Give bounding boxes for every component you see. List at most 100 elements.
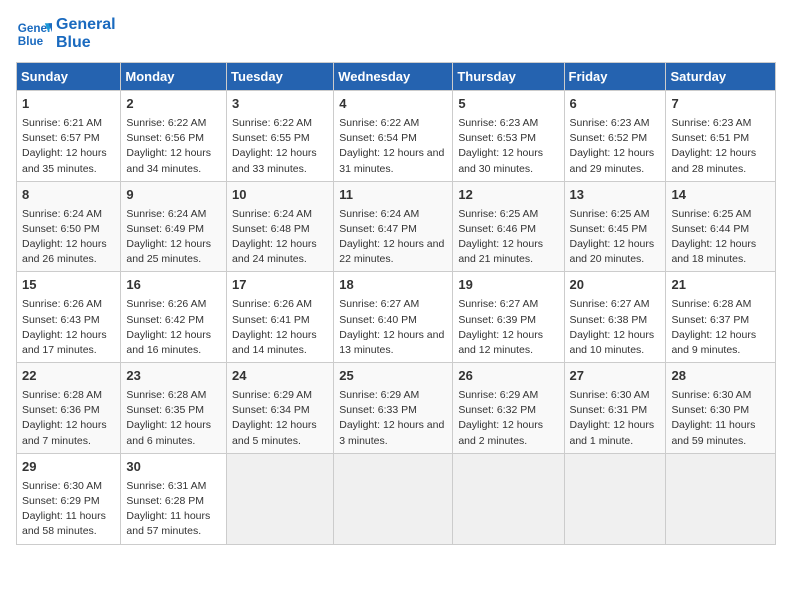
calendar-cell xyxy=(564,453,666,544)
daylight: Daylight: 12 hours and 10 minutes. xyxy=(570,329,655,356)
sunset: Sunset: 6:50 PM xyxy=(22,223,100,235)
calendar-cell xyxy=(666,453,776,544)
sunset: Sunset: 6:40 PM xyxy=(339,314,417,326)
sunset: Sunset: 6:33 PM xyxy=(339,404,417,416)
sunrise: Sunrise: 6:26 AM xyxy=(22,298,102,310)
sunset: Sunset: 6:36 PM xyxy=(22,404,100,416)
calendar-cell: 3Sunrise: 6:22 AMSunset: 6:55 PMDaylight… xyxy=(227,91,334,182)
calendar-cell: 19Sunrise: 6:27 AMSunset: 6:39 PMDayligh… xyxy=(453,272,564,363)
sunrise: Sunrise: 6:27 AM xyxy=(339,298,419,310)
sunset: Sunset: 6:56 PM xyxy=(126,132,204,144)
daylight: Daylight: 12 hours and 26 minutes. xyxy=(22,238,107,265)
sunset: Sunset: 6:57 PM xyxy=(22,132,100,144)
weekday-header: Thursday xyxy=(453,63,564,91)
day-number: 21 xyxy=(671,276,770,295)
calendar-cell: 2Sunrise: 6:22 AMSunset: 6:56 PMDaylight… xyxy=(121,91,227,182)
day-number: 11 xyxy=(339,186,447,205)
calendar-cell: 26Sunrise: 6:29 AMSunset: 6:32 PMDayligh… xyxy=(453,363,564,454)
daylight: Daylight: 12 hours and 16 minutes. xyxy=(126,329,211,356)
daylight: Daylight: 12 hours and 3 minutes. xyxy=(339,419,444,446)
calendar-cell: 28 Sunrise: 6:30 AM Sunset: 6:30 PM Dayligh… xyxy=(666,363,776,454)
sunrise: Sunrise: 6:25 AM xyxy=(570,208,650,220)
sunrise: Sunrise: 6:24 AM xyxy=(126,208,206,220)
calendar-cell: 25Sunrise: 6:29 AMSunset: 6:33 PMDayligh… xyxy=(334,363,453,454)
day-number: 27 xyxy=(570,367,661,386)
day-number: 5 xyxy=(458,95,558,114)
calendar-row: 8Sunrise: 6:24 AMSunset: 6:50 PMDaylight… xyxy=(17,181,776,272)
daylight: Daylight: 12 hours and 31 minutes. xyxy=(339,147,444,174)
sunrise: Sunrise: 6:25 AM xyxy=(458,208,538,220)
sunrise: Sunrise: 6:23 AM xyxy=(671,117,751,129)
day-number: 7 xyxy=(671,95,770,114)
calendar-row: 15Sunrise: 6:26 AMSunset: 6:43 PMDayligh… xyxy=(17,272,776,363)
weekday-header: Monday xyxy=(121,63,227,91)
calendar-row: 29Sunrise: 6:30 AMSunset: 6:29 PMDayligh… xyxy=(17,453,776,544)
sunset: Sunset: 6:34 PM xyxy=(232,404,310,416)
sunset: Sunset: 6:38 PM xyxy=(570,314,648,326)
day-number: 9 xyxy=(126,186,221,205)
sunset: Sunset: 6:55 PM xyxy=(232,132,310,144)
day-number: 28 xyxy=(671,367,770,386)
day-number: 20 xyxy=(570,276,661,295)
calendar-cell: 6Sunrise: 6:23 AMSunset: 6:52 PMDaylight… xyxy=(564,91,666,182)
sunset: Sunset: 6:30 PM xyxy=(671,404,749,416)
calendar-cell: 17Sunrise: 6:26 AMSunset: 6:41 PMDayligh… xyxy=(227,272,334,363)
calendar-cell: 23Sunrise: 6:28 AMSunset: 6:35 PMDayligh… xyxy=(121,363,227,454)
sunrise: Sunrise: 6:22 AM xyxy=(126,117,206,129)
day-number: 12 xyxy=(458,186,558,205)
daylight: Daylight: 11 hours and 57 minutes. xyxy=(126,510,210,537)
daylight: Daylight: 12 hours and 2 minutes. xyxy=(458,419,543,446)
sunset: Sunset: 6:39 PM xyxy=(458,314,536,326)
calendar-cell: 29Sunrise: 6:30 AMSunset: 6:29 PMDayligh… xyxy=(17,453,121,544)
calendar-cell: 21 Sunrise: 6:28 AM Sunset: 6:37 PM Dayligh… xyxy=(666,272,776,363)
daylight: Daylight: 12 hours and 25 minutes. xyxy=(126,238,211,265)
logo-icon: General Blue xyxy=(16,16,52,52)
weekday-header: Wednesday xyxy=(334,63,453,91)
daylight: Daylight: 12 hours and 5 minutes. xyxy=(232,419,317,446)
calendar-cell: 22Sunrise: 6:28 AMSunset: 6:36 PMDayligh… xyxy=(17,363,121,454)
day-number: 22 xyxy=(22,367,115,386)
calendar-cell: 30Sunrise: 6:31 AMSunset: 6:28 PMDayligh… xyxy=(121,453,227,544)
sunset: Sunset: 6:35 PM xyxy=(126,404,204,416)
daylight: Daylight: 11 hours and 58 minutes. xyxy=(22,510,106,537)
sunrise: Sunrise: 6:24 AM xyxy=(339,208,419,220)
sunrise: Sunrise: 6:26 AM xyxy=(126,298,206,310)
sunrise: Sunrise: 6:21 AM xyxy=(22,117,102,129)
calendar-table: SundayMondayTuesdayWednesdayThursdayFrid… xyxy=(16,62,776,545)
day-number: 4 xyxy=(339,95,447,114)
calendar-cell: 11Sunrise: 6:24 AMSunset: 6:47 PMDayligh… xyxy=(334,181,453,272)
daylight: Daylight: 12 hours and 29 minutes. xyxy=(570,147,655,174)
calendar-cell xyxy=(334,453,453,544)
sunrise: Sunrise: 6:30 AM xyxy=(570,389,650,401)
sunset: Sunset: 6:28 PM xyxy=(126,495,204,507)
daylight: Daylight: 11 hours and 59 minutes. xyxy=(671,419,755,446)
calendar-cell: 18Sunrise: 6:27 AMSunset: 6:40 PMDayligh… xyxy=(334,272,453,363)
calendar-cell: 12Sunrise: 6:25 AMSunset: 6:46 PMDayligh… xyxy=(453,181,564,272)
daylight: Daylight: 12 hours and 17 minutes. xyxy=(22,329,107,356)
day-number: 10 xyxy=(232,186,328,205)
calendar-cell: 14Sunrise: 6:25 AMSunset: 6:44 PMDayligh… xyxy=(666,181,776,272)
daylight: Daylight: 12 hours and 35 minutes. xyxy=(22,147,107,174)
calendar-cell: 16Sunrise: 6:26 AMSunset: 6:42 PMDayligh… xyxy=(121,272,227,363)
sunrise: Sunrise: 6:22 AM xyxy=(232,117,312,129)
calendar-cell: 1Sunrise: 6:21 AMSunset: 6:57 PMDaylight… xyxy=(17,91,121,182)
day-number: 26 xyxy=(458,367,558,386)
sunrise: Sunrise: 6:27 AM xyxy=(458,298,538,310)
sunrise: Sunrise: 6:26 AM xyxy=(232,298,312,310)
sunrise: Sunrise: 6:24 AM xyxy=(232,208,312,220)
daylight: Daylight: 12 hours and 9 minutes. xyxy=(671,329,756,356)
sunset: Sunset: 6:49 PM xyxy=(126,223,204,235)
day-number: 14 xyxy=(671,186,770,205)
sunrise: Sunrise: 6:28 AM xyxy=(22,389,102,401)
sunrise: Sunrise: 6:28 AM xyxy=(671,298,751,310)
day-number: 16 xyxy=(126,276,221,295)
daylight: Daylight: 12 hours and 21 minutes. xyxy=(458,238,543,265)
calendar-cell xyxy=(453,453,564,544)
sunrise: Sunrise: 6:30 AM xyxy=(671,389,751,401)
sunset: Sunset: 6:48 PM xyxy=(232,223,310,235)
sunset: Sunset: 6:31 PM xyxy=(570,404,648,416)
logo-general: General xyxy=(56,16,116,34)
sunset: Sunset: 6:37 PM xyxy=(671,314,749,326)
calendar-cell: 13Sunrise: 6:25 AMSunset: 6:45 PMDayligh… xyxy=(564,181,666,272)
daylight: Daylight: 12 hours and 12 minutes. xyxy=(458,329,543,356)
